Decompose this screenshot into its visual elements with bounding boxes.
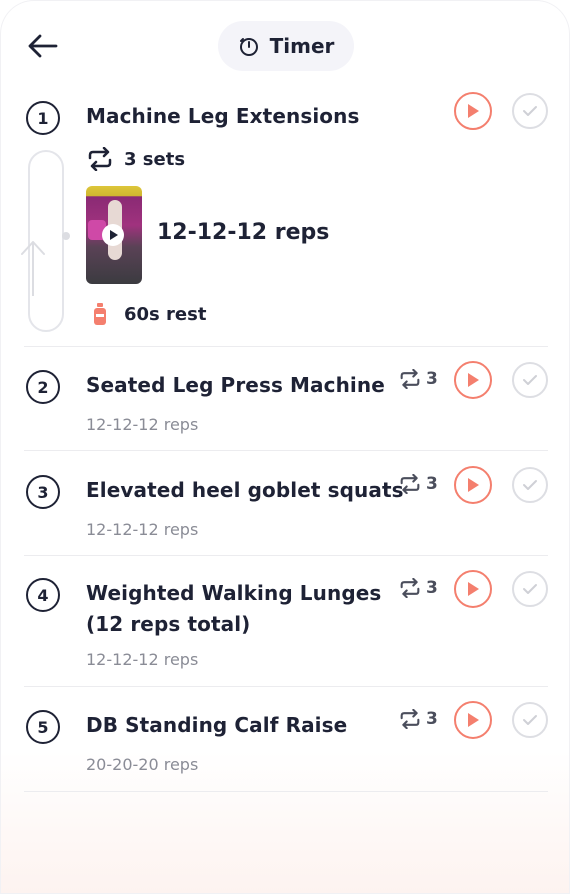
arrow-up-icon: [21, 241, 45, 296]
reorder-handle[interactable]: [21, 150, 70, 332]
exercise-title: Seated Leg Press Machine: [86, 373, 385, 397]
sets-label: 3 sets: [124, 148, 186, 170]
sets-count: 3: [398, 578, 438, 598]
play-icon: [468, 104, 479, 118]
sets-count-value: 3: [426, 578, 438, 598]
timer-label: Timer: [269, 34, 335, 58]
exercise-title: Elevated heel goblet squats: [86, 478, 404, 502]
exercise-number-badge: 5: [26, 710, 60, 744]
complete-check-button[interactable]: [512, 702, 548, 738]
sets-count: 3: [398, 709, 438, 729]
repeat-icon: [400, 474, 420, 494]
play-button[interactable]: [454, 361, 492, 399]
exercise-number-badge: 3: [26, 475, 60, 509]
back-button[interactable]: [22, 28, 62, 64]
repeat-icon: [88, 147, 112, 171]
slider-dot: [62, 232, 70, 240]
repeat-icon: [400, 709, 420, 729]
divider: [24, 555, 548, 556]
play-button[interactable]: [454, 570, 492, 608]
play-button[interactable]: [454, 701, 492, 739]
play-icon: [468, 478, 479, 492]
exercise-number-badge: 1: [26, 101, 60, 135]
timer-button[interactable]: Timer: [218, 21, 354, 71]
checkmark-icon: [523, 375, 537, 385]
video-play-icon[interactable]: [102, 224, 124, 246]
divider: [24, 791, 548, 792]
sets-count: 3: [398, 474, 438, 494]
exercise-number-badge: 4: [26, 578, 60, 612]
arrow-left-icon: [28, 34, 58, 58]
play-button[interactable]: [454, 466, 492, 504]
repeat-icon: [400, 369, 420, 389]
exercise-reps: 12-12-12 reps: [86, 415, 199, 434]
divider: [24, 346, 548, 347]
exercise-number-badge: 2: [26, 370, 60, 404]
sets-count: 3: [398, 369, 438, 389]
exercise-title-line-2: (12 reps total): [86, 612, 251, 636]
sets-count-value: 3: [426, 369, 438, 389]
play-icon: [468, 373, 479, 387]
rest-label: 60s rest: [124, 303, 207, 325]
repeat-icon: [400, 578, 420, 598]
complete-check-button[interactable]: [512, 571, 548, 607]
complete-check-button[interactable]: [512, 93, 548, 129]
checkmark-icon: [523, 715, 537, 725]
complete-check-button[interactable]: [512, 467, 548, 503]
play-button[interactable]: [454, 92, 492, 130]
sets-detail: 3 sets: [86, 147, 185, 171]
play-icon: [468, 713, 479, 727]
sets-count-value: 3: [426, 709, 438, 729]
rest-detail: 60s rest: [92, 302, 206, 326]
checkmark-icon: [523, 584, 537, 594]
sets-count-value: 3: [426, 474, 438, 494]
divider: [24, 686, 548, 687]
exercise-title: DB Standing Calf Raise: [86, 713, 348, 737]
divider: [24, 450, 548, 451]
checkmark-icon: [523, 480, 537, 490]
exercise-reps: 12-12-12 reps: [86, 650, 199, 669]
complete-check-button[interactable]: [512, 362, 548, 398]
water-bottle-icon: [94, 303, 106, 325]
stopwatch-icon: [239, 38, 258, 56]
exercise-reps: 12-12-12 reps: [86, 520, 199, 539]
checkmark-icon: [523, 106, 537, 116]
exercise-title: Machine Leg Extensions: [86, 104, 360, 128]
exercise-video-thumbnail[interactable]: [86, 186, 142, 284]
play-icon: [468, 582, 479, 596]
exercise-title-line-1: Weighted Walking Lunges: [86, 581, 382, 605]
reps-label: 12-12-12 reps: [157, 220, 330, 245]
exercise-reps: 20-20-20 reps: [86, 755, 199, 774]
